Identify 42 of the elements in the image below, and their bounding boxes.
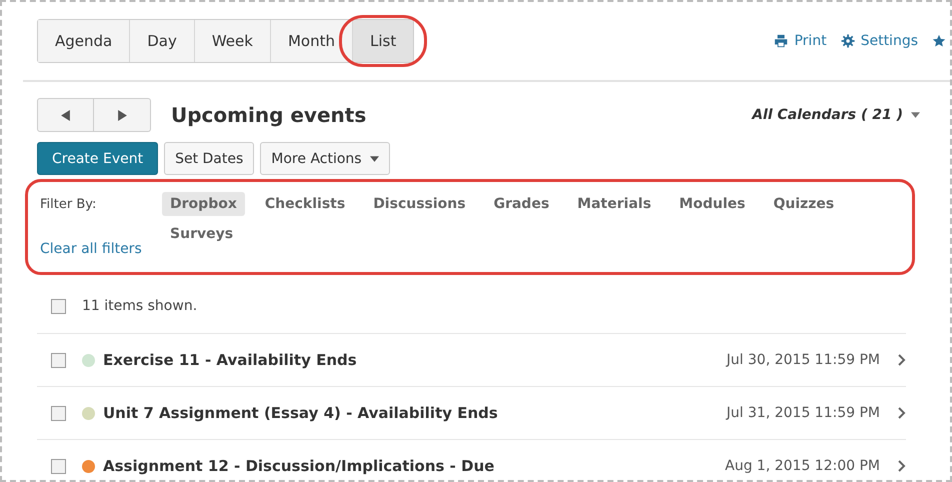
filter-label: Filter By:	[40, 197, 98, 212]
filter-option[interactable]: Materials	[569, 192, 660, 216]
more-actions-button[interactable]: More Actions	[260, 142, 390, 175]
filter-option[interactable]: Modules	[671, 192, 754, 216]
view-tab[interactable]: Agenda	[38, 20, 130, 62]
filter-option[interactable]: Checklists	[256, 192, 354, 216]
items-count: 11 items shown.	[82, 298, 198, 314]
event-title[interactable]: Unit 7 Assignment (Essay 4) - Availability Ends	[103, 404, 498, 422]
view-tab[interactable]: List	[352, 20, 414, 62]
create-event-button[interactable]: Create Event	[37, 142, 158, 175]
calendar-selector[interactable]: All Calendars ( 21 )	[752, 107, 920, 123]
caret-icon	[911, 112, 920, 118]
event-date: Aug 1, 2015 12:00 PM	[725, 458, 880, 474]
page-heading: Upcoming events	[171, 103, 366, 127]
clear-filters-link[interactable]: Clear all filters	[40, 241, 162, 257]
chevron-icon[interactable]	[898, 460, 906, 472]
settings-icon	[840, 34, 855, 48]
filter-option[interactable]: Discussions	[365, 192, 474, 216]
event-title[interactable]: Assignment 12 - Discussion/Implications - Due	[103, 457, 494, 475]
next-button[interactable]	[94, 98, 151, 132]
star-icon[interactable]	[932, 34, 946, 48]
caret-icon	[370, 156, 379, 162]
filter-option[interactable]: Grades	[486, 192, 558, 216]
set-dates-button[interactable]: Set Dates	[164, 142, 254, 175]
left-arrow-icon	[61, 110, 70, 120]
event-date: Jul 30, 2015 11:59 PM	[726, 352, 880, 368]
filter-option[interactable]: Surveys	[162, 222, 242, 246]
event-title[interactable]: Exercise 11 - Availability Ends	[103, 351, 357, 369]
previous-button[interactable]	[37, 98, 94, 132]
chevron-icon[interactable]	[898, 354, 906, 366]
settings-link[interactable]: Settings	[840, 33, 918, 49]
filter-option[interactable]: Dropbox	[162, 192, 245, 216]
checkbox[interactable]	[51, 352, 66, 368]
print-link[interactable]: Print	[774, 33, 827, 49]
right-arrow-icon	[118, 110, 126, 120]
chevron-icon[interactable]	[898, 407, 906, 419]
filter-option[interactable]: Quizzes	[765, 192, 842, 216]
event-date: Jul 31, 2015 11:59 PM	[726, 405, 880, 421]
checkbox[interactable]	[51, 406, 66, 420]
checkbox[interactable]	[51, 458, 66, 474]
printer-icon	[774, 34, 788, 48]
checkbox[interactable]	[51, 298, 66, 314]
